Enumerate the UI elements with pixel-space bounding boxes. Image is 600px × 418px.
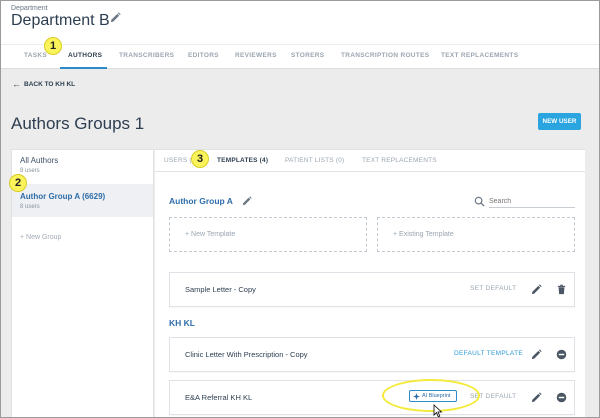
group-subtabs: USERS (8) TEMPLATES (4) PATIENT LISTS (0… (155, 150, 585, 172)
tab-storers[interactable]: STORERS (291, 52, 324, 59)
group-title: Author Group A (169, 196, 233, 206)
template-row: Clinic Letter With Prescription - Copy D… (169, 337, 575, 372)
group-count: 8 users (20, 204, 40, 210)
tab-text-replacements[interactable]: TEXT REPLACEMENTS (441, 52, 518, 59)
subtab-text-replacements[interactable]: TEXT REPLACEMENTS (362, 157, 437, 164)
back-link-label: BACK TO KH KL (24, 81, 76, 88)
groups-panel: All Authors 8 users Author Group A (6629… (11, 149, 154, 417)
tab-tasks[interactable]: TASKS (24, 52, 47, 59)
new-user-button[interactable]: NEW USER (538, 113, 581, 130)
templates-content: Author Group A + New Template + Existing… (155, 172, 585, 417)
group-count: 8 users (20, 168, 40, 174)
search-input[interactable] (489, 195, 575, 208)
tab-reviewers[interactable]: REVIEWERS (235, 52, 277, 59)
tab-authors[interactable]: AUTHORS (68, 52, 102, 59)
breadcrumb-label: Department (11, 5, 48, 12)
subtab-templates[interactable]: TEMPLATES (4) (217, 157, 268, 164)
ai-blueprint-label: AI Blueprint (422, 393, 451, 399)
template-name: E&A Referral KH KL (185, 393, 253, 402)
pencil-icon[interactable] (531, 392, 542, 403)
step-marker-3: 3 (191, 150, 209, 168)
existing-template-button[interactable]: + Existing Template (377, 217, 575, 252)
app-window: Department Department B TASKS AUTHORS TR… (0, 0, 600, 418)
template-row: Sample Letter - Copy SET DEFAULT (169, 272, 575, 307)
search-icon (474, 196, 485, 207)
sparkle-icon (413, 393, 420, 400)
step-marker-1: 1 (44, 37, 62, 55)
back-link[interactable]: ← BACK TO KH KL (12, 79, 75, 89)
department-title: Department B (11, 12, 110, 29)
mouse-cursor-icon (433, 404, 443, 417)
section-label: KH KL (169, 318, 195, 328)
page-title: Authors Groups 1 (11, 114, 145, 133)
group-item-author-group-a[interactable]: Author Group A (6629) 8 users (12, 184, 153, 217)
step-marker-2: 2 (9, 174, 27, 192)
tab-editors[interactable]: EDITORS (188, 52, 219, 59)
template-name: Sample Letter - Copy (185, 285, 256, 294)
arrow-left-icon: ← (12, 79, 21, 89)
pencil-icon[interactable] (531, 284, 542, 295)
pencil-icon[interactable] (110, 12, 121, 23)
trash-icon[interactable] (556, 284, 567, 295)
group-name: Author Group A (6629) (20, 192, 106, 201)
header: Department Department B TASKS AUTHORS TR… (1, 1, 599, 69)
group-name: All Authors (20, 156, 59, 165)
pencil-icon[interactable] (531, 349, 542, 360)
active-tab-indicator (60, 67, 107, 69)
group-detail-panel: USERS (8) TEMPLATES (4) PATIENT LISTS (0… (155, 149, 585, 417)
group-item-all-authors[interactable]: All Authors 8 users (12, 156, 153, 184)
department-tabs: TASKS AUTHORS TRANSCRIBERS EDITORS REVIE… (1, 44, 599, 69)
new-group-button[interactable]: + New Group (20, 234, 61, 241)
new-template-button[interactable]: + New Template (169, 217, 367, 252)
remove-circle-icon[interactable] (556, 349, 567, 360)
tab-transcribers[interactable]: TRANSCRIBERS (119, 52, 174, 59)
subtab-patient-lists[interactable]: PATIENT LISTS (0) (285, 157, 344, 164)
template-name: Clinic Letter With Prescription - Copy (185, 350, 308, 359)
template-row: E&A Referral KH KL SET DEFAULT (169, 380, 575, 415)
ai-blueprint-button[interactable]: AI Blueprint (409, 390, 457, 402)
pencil-icon[interactable] (242, 196, 252, 206)
default-template-label: DEFAULT TEMPLATE (454, 350, 523, 357)
remove-circle-icon[interactable] (556, 392, 567, 403)
tab-transcription-routes[interactable]: TRANSCRIPTION ROUTES (341, 52, 429, 59)
set-default-button[interactable]: SET DEFAULT (470, 285, 516, 292)
